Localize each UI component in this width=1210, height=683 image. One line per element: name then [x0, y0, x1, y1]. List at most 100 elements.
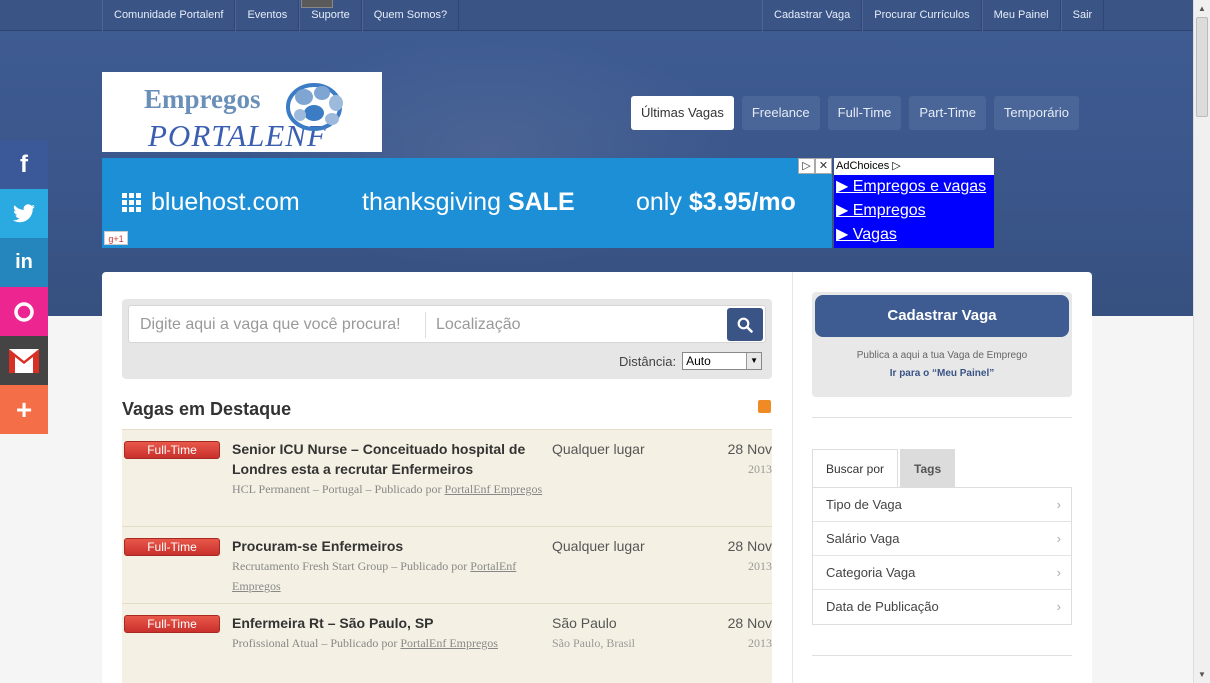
ad-banner[interactable]: bluehost.com thanksgiving SALE only $3.9… [102, 158, 832, 248]
job-title[interactable]: Senior ICU Nurse – Conceituado hospital … [232, 439, 532, 479]
orkut-icon[interactable] [0, 287, 48, 336]
job-meta: Profissional Atual – Publicado por Porta… [232, 636, 498, 650]
vertical-scrollbar[interactable]: ▲ ▼ [1193, 0, 1210, 683]
distance-label: Distância: [619, 353, 677, 369]
close-icon[interactable]: ✕ [815, 158, 832, 174]
facebook-icon[interactable]: f [0, 140, 48, 189]
divider [812, 417, 1072, 418]
ad-link-vagas[interactable]: ▶ Vagas [834, 223, 994, 247]
grid-icon [122, 193, 141, 212]
tab-freelance[interactable]: Freelance [741, 96, 820, 130]
search-field-group: Digite aqui a vaga que você procura! Loc… [128, 305, 766, 343]
ad-link-empregos[interactable]: ▶ Empregos [834, 199, 994, 223]
job-title[interactable]: Enfermeira Rt – São Paulo, SP [232, 613, 532, 633]
job-year: 2013 [748, 636, 772, 650]
job-row[interactable]: Full-Time Enfermeira Rt – São Paulo, SP … [122, 603, 772, 683]
twitter-icon[interactable] [0, 189, 48, 238]
ad-links: AdChoices ▷ ▶ Empregos e vagas ▶ Emprego… [834, 158, 994, 248]
linkedin-icon[interactable]: in [0, 238, 48, 287]
social-share-bar: f in + [0, 140, 48, 434]
publisher-link[interactable]: PortalEnf Empregos [445, 482, 543, 496]
filter-label: Data de Publicação [826, 599, 939, 614]
nav-quem-somos[interactable]: Quem Somos? [361, 0, 460, 31]
job-type-badge: Full-Time [124, 441, 220, 459]
meu-painel-link[interactable]: Ir para o “Meu Painel” [812, 368, 1072, 379]
ad-controls: ▷ ✕ [798, 158, 832, 174]
chevron-right-icon: › [1056, 565, 1061, 580]
job-search-box: Digite aqui a vaga que você procura! Loc… [122, 299, 772, 379]
tab-part-time[interactable]: Part-Time [909, 96, 986, 130]
distance-select[interactable]: Auto ▼ [682, 352, 763, 370]
main-panel: Digite aqui a vaga que você procura! Loc… [102, 272, 1092, 683]
nav-meu-painel[interactable]: Meu Painel [981, 0, 1061, 31]
job-location: Qualquer lugar [552, 538, 645, 554]
ad-price: only $3.95/mo [636, 188, 796, 216]
job-row[interactable]: Full-Time Senior ICU Nurse – Conceituado… [122, 429, 772, 526]
search-icon [737, 317, 753, 333]
job-meta: Recrutamento Fresh Start Group – Publica… [232, 559, 517, 593]
ad-brand-text: bluehost.com [151, 188, 300, 216]
nav-sair[interactable]: Sair [1060, 0, 1105, 31]
job-year: 2013 [748, 559, 772, 573]
post-job-description: Publica a aqui a tua Vaga de Emprego [856, 350, 1028, 361]
filter-label: Tipo de Vaga [826, 497, 902, 512]
nav-eventos[interactable]: Eventos [235, 0, 300, 31]
job-type-badge: Full-Time [124, 615, 220, 633]
nav-comunidade[interactable]: Comunidade Portalenf [102, 0, 236, 31]
tab-buscar-por[interactable]: Buscar por [812, 449, 899, 488]
job-date: 28 Nov [727, 538, 772, 554]
chevron-right-icon: › [1056, 599, 1061, 614]
publisher-link[interactable]: PortalEnf Empregos [400, 636, 498, 650]
distance-value: Auto [686, 354, 711, 368]
gplus-button[interactable]: g+1 [104, 231, 128, 245]
more-share-icon[interactable]: + [0, 385, 48, 434]
post-job-box: Cadastrar Vaga Publica a aqui a tua Vaga… [812, 292, 1072, 397]
chevron-right-icon: › [1056, 497, 1061, 512]
globe-logo-icon [286, 83, 343, 131]
site-logo[interactable]: Empregos PORTALENF [102, 72, 382, 153]
chevron-right-icon: › [1056, 531, 1061, 546]
filter-label: Salário Vaga [826, 531, 900, 546]
gmail-icon[interactable] [0, 336, 48, 385]
tab-tags[interactable]: Tags [900, 449, 956, 488]
filter-tipo-vaga[interactable]: Tipo de Vaga › [813, 488, 1071, 522]
adchoices-label[interactable]: AdChoices ▷ [834, 158, 994, 175]
tab-temporario[interactable]: Temporário [993, 96, 1079, 130]
device-icon [301, 0, 333, 8]
filter-categoria-vaga[interactable]: Categoria Vaga › [813, 556, 1071, 590]
job-title[interactable]: Procuram-se Enfermeiros [232, 536, 532, 556]
ad-brand: bluehost.com [122, 188, 300, 217]
job-type-badge: Full-Time [124, 538, 220, 556]
ad-headline: thanksgiving SALE [362, 188, 575, 216]
featured-title: Vagas em Destaque [122, 399, 292, 419]
rss-icon[interactable] [758, 400, 771, 413]
job-type-tabs: Últimas Vagas Freelance Full-Time Part-T… [631, 96, 1079, 130]
scroll-thumb[interactable] [1196, 17, 1208, 117]
sidebar-tabs: Buscar por Tags [812, 449, 956, 488]
job-row[interactable]: Full-Time Procuram-se Enfermeiros Recrut… [122, 526, 772, 603]
search-input[interactable]: Digite aqui a vaga que você procura! [140, 316, 401, 334]
top-nav-right: Cadastrar Vaga Procurar Currículos Meu P… [762, 0, 1105, 31]
adchoices-icon[interactable]: ▷ [798, 158, 815, 174]
ad-link-empregos-vagas[interactable]: ▶ Empregos e vagas [834, 175, 994, 199]
job-location-detail: São Paulo, Brasil [552, 636, 635, 650]
scroll-down-icon[interactable]: ▼ [1194, 666, 1210, 683]
tab-full-time[interactable]: Full-Time [827, 96, 902, 130]
nav-cadastrar-vaga[interactable]: Cadastrar Vaga [762, 0, 863, 31]
chevron-down-icon: ▼ [746, 353, 762, 369]
search-button[interactable] [727, 308, 763, 341]
job-location: São Paulo [552, 615, 617, 631]
cadastrar-vaga-button[interactable]: Cadastrar Vaga [815, 295, 1069, 337]
job-year: 2013 [748, 462, 772, 476]
location-input[interactable]: Localização [436, 316, 521, 334]
tab-ultimas-vagas[interactable]: Últimas Vagas [631, 96, 734, 130]
column-divider [792, 272, 793, 683]
filter-salario-vaga[interactable]: Salário Vaga › [813, 522, 1071, 556]
top-navigation-bar: Comunidade Portalenf Eventos Suporte Que… [0, 0, 1193, 31]
scroll-up-icon[interactable]: ▲ [1194, 0, 1210, 17]
filter-data-publicacao[interactable]: Data de Publicação › [813, 590, 1071, 624]
nav-procurar-curriculos[interactable]: Procurar Currículos [862, 0, 982, 31]
distance-control: Distância: Auto ▼ [619, 352, 763, 370]
job-date: 28 Nov [727, 615, 772, 631]
featured-jobs-list: Full-Time Senior ICU Nurse – Conceituado… [122, 429, 772, 683]
